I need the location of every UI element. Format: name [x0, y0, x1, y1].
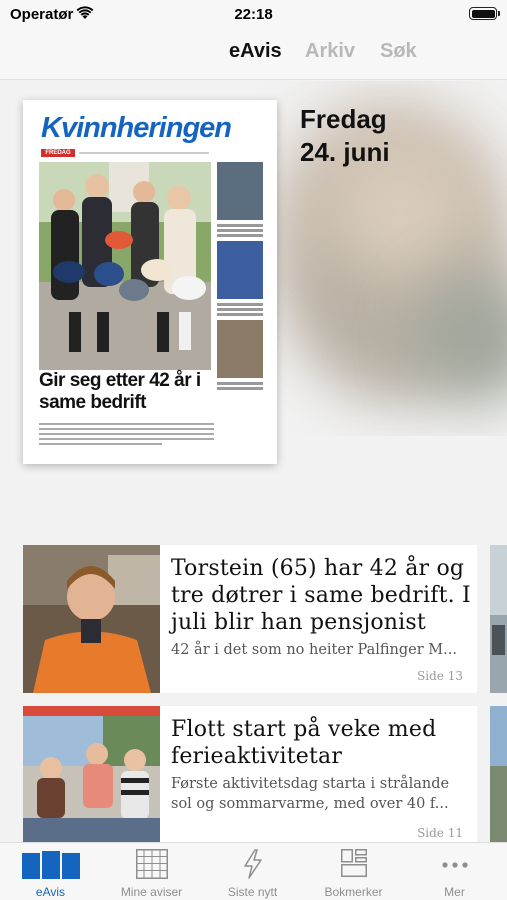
edition-day: Fredag: [300, 104, 387, 134]
article-page-number: Side 13: [417, 669, 463, 683]
front-page-thumbnail[interactable]: Kvinnheringen FREDAG Gir seg etter 42 år…: [23, 100, 277, 464]
top-navigation: eAvis Arkiv Søk: [0, 30, 507, 80]
tab-bar-label: Mer: [444, 885, 465, 899]
article-image: [23, 706, 160, 842]
newspaper-pages-icon: [21, 851, 80, 879]
weekday-label: FREDAG: [41, 149, 75, 157]
tab-sok[interactable]: Søk: [380, 40, 417, 63]
tab-arkiv[interactable]: Arkiv: [305, 40, 355, 63]
article-card[interactable]: Torstein (65) har 42 år og tre døtrer i …: [23, 545, 477, 693]
tab-bar-label: Bokmerker: [324, 885, 383, 899]
tab-bar-item-mer[interactable]: Mer: [404, 843, 505, 900]
tab-bar-item-eavis[interactable]: eAvis: [0, 843, 101, 900]
tab-eavis[interactable]: eAvis: [229, 40, 282, 63]
article-lead: Første aktivitetsdag starta i strålande …: [171, 776, 450, 812]
lightning-icon: [243, 849, 262, 879]
grid-icon: [135, 849, 168, 879]
tab-bar-label: Mine aviser: [120, 885, 183, 899]
article-page-number: Side 11: [417, 826, 463, 840]
clock: 22:18: [234, 6, 273, 23]
front-page-photo: [39, 162, 211, 370]
article-title: Torstein (65) har 42 år og tre døtrer i …: [171, 556, 471, 635]
front-page-headline: Gir seg etter 42 år i same bedrift: [39, 370, 201, 413]
latest-edition-section: Kvinnheringen FREDAG Gir seg etter 42 år…: [0, 81, 507, 481]
tab-bar-label: Siste nytt: [227, 885, 278, 899]
tab-bar-item-mine-aviser[interactable]: Mine aviser: [101, 843, 202, 900]
front-page-text: [39, 420, 214, 448]
bottom-tab-bar: eAvis Mine aviser Siste nytt Bokmerker M…: [0, 842, 507, 900]
article-title: Flott start på veke med ferieaktivitetar: [171, 717, 437, 769]
tab-bar-item-bokmerker[interactable]: Bokmerker: [303, 843, 404, 900]
edition-date: Fredag 24. juni: [300, 103, 390, 169]
newspaper-logo: Kvinnheringen: [41, 112, 232, 144]
more-dots-icon: [441, 862, 468, 868]
tab-bar-label: eAvis: [35, 885, 66, 899]
front-page-side-column: [217, 162, 263, 392]
masthead-bar: FREDAG: [41, 149, 209, 157]
bookmark-layout-icon: [340, 849, 367, 877]
article-lead: 42 år i det som no heiter Palfinger M...: [171, 642, 457, 658]
status-bar: Operatør 22:18: [0, 0, 507, 30]
next-article-peek[interactable]: [490, 545, 507, 693]
battery-icon: [469, 7, 500, 20]
edition-date-value: 24. juni: [300, 137, 390, 167]
tab-bar-item-siste-nytt[interactable]: Siste nytt: [202, 843, 303, 900]
article-card[interactable]: Flott start på veke med ferieaktivitetar…: [23, 706, 477, 842]
next-article-peek[interactable]: [490, 706, 507, 842]
article-image: [23, 545, 160, 693]
